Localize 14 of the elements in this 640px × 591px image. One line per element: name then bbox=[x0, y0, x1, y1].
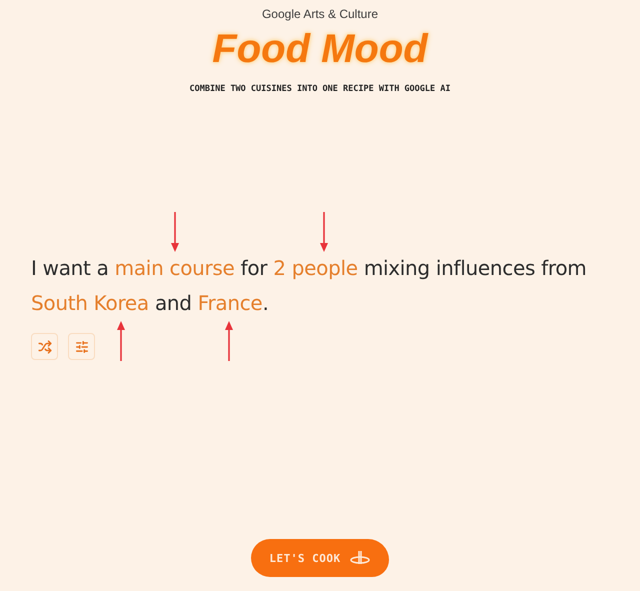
choice-link[interactable]: South Korea bbox=[31, 291, 149, 315]
whisk-icon bbox=[348, 550, 371, 566]
app-title: Food Mood bbox=[212, 27, 428, 72]
brand-name: Google Arts & Culture bbox=[262, 7, 378, 21]
cook-button[interactable]: LET'S COOK bbox=[251, 539, 389, 577]
subtitle: COMBINE TWO CUISINES INTO ONE RECIPE WITH GOOGLE AI bbox=[190, 84, 450, 94]
recipe-sentence: I want a main course for 2 people mixing influences from South Korea and France. bbox=[31, 251, 609, 321]
choice-link[interactable]: France bbox=[198, 291, 262, 315]
shuffle-icon bbox=[38, 340, 52, 354]
sliders-icon bbox=[74, 340, 88, 354]
settings-button[interactable] bbox=[68, 333, 95, 360]
choice-link[interactable]: main course bbox=[114, 256, 235, 280]
choice-link[interactable]: 2 people bbox=[273, 256, 358, 280]
shuffle-button[interactable] bbox=[31, 333, 58, 360]
